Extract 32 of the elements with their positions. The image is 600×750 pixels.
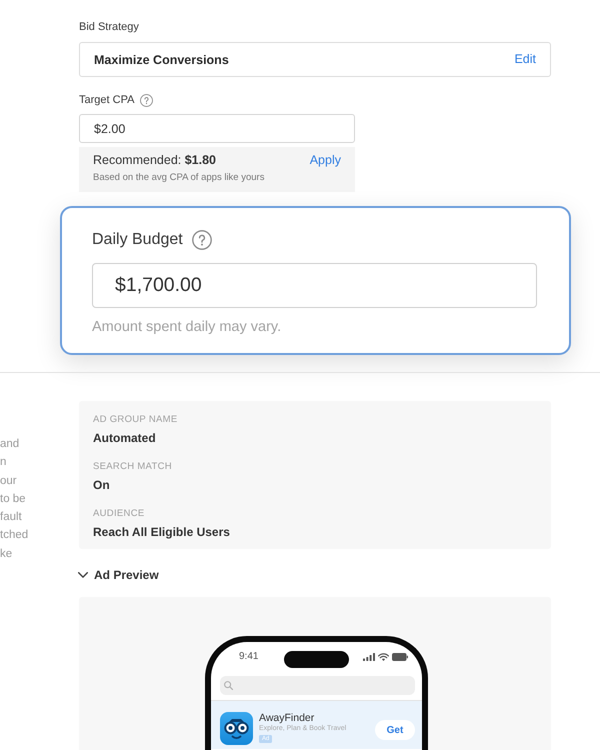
edit-link[interactable]: Edit	[514, 52, 536, 67]
phone-notch	[284, 650, 349, 668]
summary-label: SEARCH MATCH	[93, 460, 172, 473]
description-text: and n our to be fault tched ke	[0, 437, 28, 562]
summary-label: AUDIENCE	[93, 507, 144, 520]
target-cpa-input[interactable]: $2.00	[79, 114, 355, 143]
ad-preview-toggle[interactable]: Ad Preview	[78, 568, 159, 582]
bid-strategy-value: Maximize Conversions	[94, 52, 229, 66]
apply-link[interactable]: Apply	[310, 153, 341, 168]
daily-budget-hint: Amount spent daily may vary.	[92, 318, 282, 336]
search-icon	[224, 681, 233, 690]
get-button[interactable]: Get	[375, 720, 415, 740]
goggles-face-icon	[220, 712, 253, 745]
summary-value: On	[93, 478, 110, 492]
bid-strategy-label: Bid Strategy	[79, 20, 140, 34]
wifi-icon	[378, 653, 389, 661]
help-icon[interactable]	[140, 94, 154, 106]
recommendation-text: Recommended: $1.80	[93, 153, 216, 168]
summary-label: AD GROUP NAME	[93, 413, 178, 426]
daily-budget-input[interactable]: $1,700.00	[92, 263, 537, 308]
summary-value: Reach All Eligible Users	[93, 525, 230, 539]
search-field[interactable]	[220, 676, 415, 695]
summary-value: Automated	[93, 431, 156, 445]
daily-budget-label: Daily Budget	[92, 230, 183, 250]
chevron-down-icon	[78, 572, 88, 578]
signal-icon	[363, 653, 375, 661]
battery-icon	[392, 653, 408, 661]
status-time: 9:41	[238, 651, 258, 663]
app-name: AwayFinder	[259, 712, 314, 724]
recommendation-note: Based on the avg CPA of apps like yours	[93, 172, 266, 184]
help-icon[interactable]	[192, 230, 212, 250]
target-cpa-label: Target CPA	[79, 93, 134, 107]
